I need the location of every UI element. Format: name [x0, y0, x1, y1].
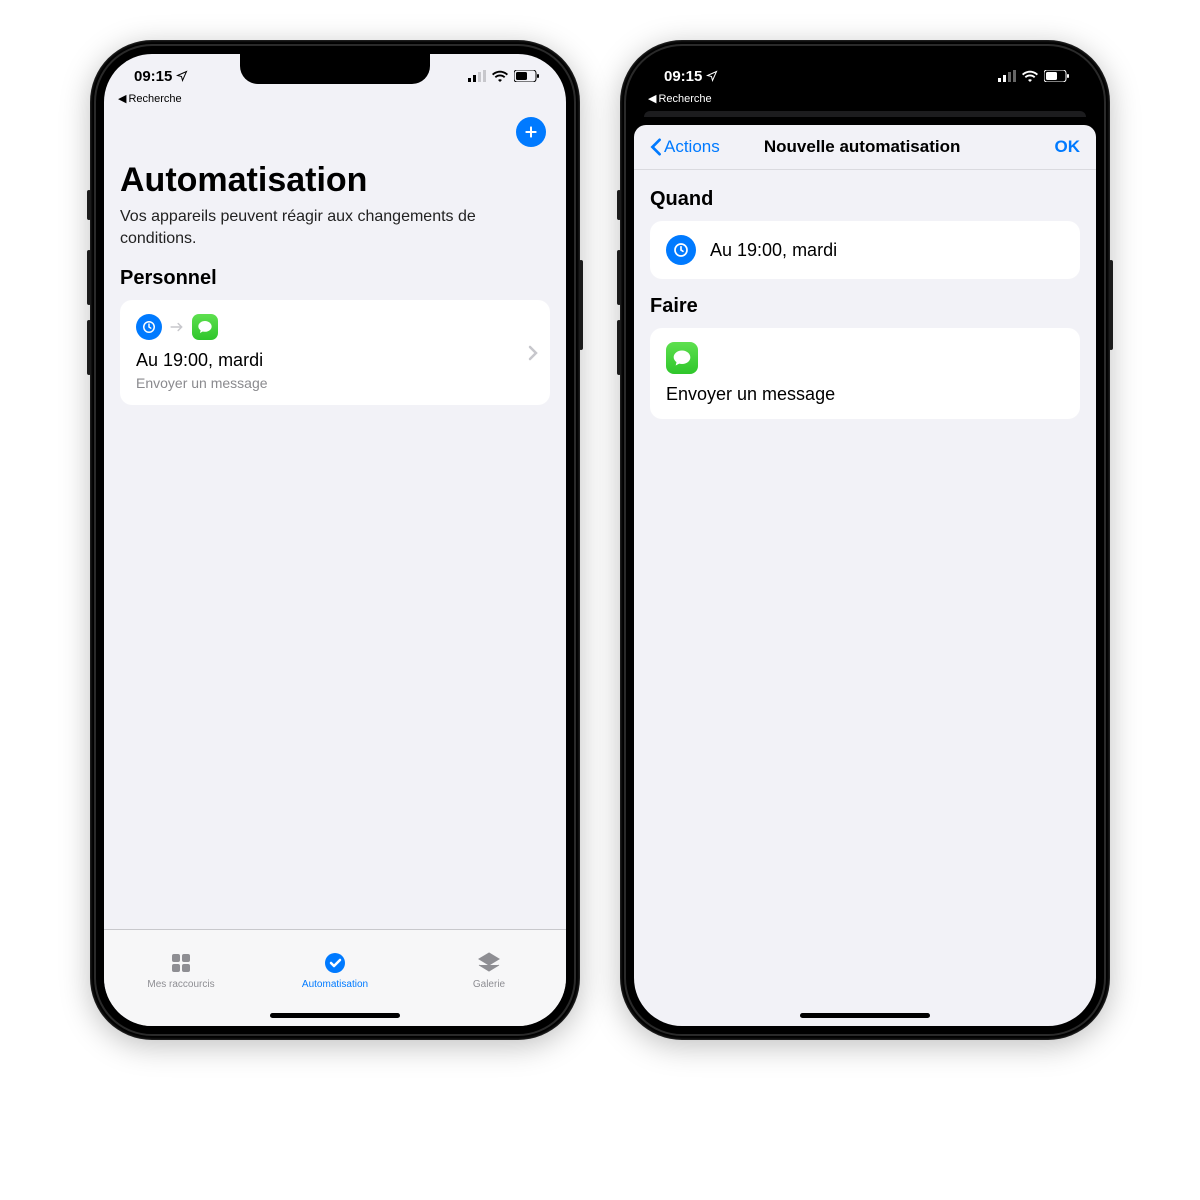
- tab-gallery[interactable]: Galerie: [412, 930, 566, 1010]
- battery-icon: [514, 70, 540, 82]
- wifi-icon: [1022, 70, 1038, 82]
- do-card[interactable]: Envoyer un message: [650, 328, 1080, 419]
- status-time: 09:15: [134, 68, 172, 85]
- phone-left: 09:15 ◀ Recherche: [90, 40, 580, 1040]
- signal-icon: [998, 70, 1016, 82]
- tab-shortcuts[interactable]: Mes raccourcis: [104, 930, 258, 1010]
- layers-icon: [476, 950, 502, 976]
- status-time: 09:15: [664, 68, 702, 85]
- when-section-label: Quand: [650, 188, 1080, 211]
- tab-bar: Mes raccourcis Automatisation Galerie: [104, 929, 566, 1026]
- clock-icon: [666, 235, 696, 265]
- do-section-label: Faire: [650, 295, 1080, 318]
- messages-icon: [192, 314, 218, 340]
- automation-title: Au 19:00, mardi: [136, 350, 534, 371]
- clock-icon: [136, 314, 162, 340]
- wifi-icon: [492, 70, 508, 82]
- when-card[interactable]: Au 19:00, mardi: [650, 221, 1080, 279]
- home-indicator[interactable]: [270, 1013, 400, 1018]
- notch: [770, 54, 960, 84]
- home-indicator[interactable]: [800, 1013, 930, 1018]
- battery-icon: [1044, 70, 1070, 82]
- nav-bar: Actions Nouvelle automatisation OK: [634, 125, 1096, 170]
- page-title: Automatisation: [120, 161, 550, 200]
- automation-card[interactable]: Au 19:00, mardi Envoyer un message: [120, 300, 550, 405]
- location-icon: [706, 70, 718, 82]
- tab-gallery-label: Galerie: [473, 979, 505, 990]
- tab-shortcuts-label: Mes raccourcis: [147, 979, 214, 990]
- page-subtitle: Vos appareils peuvent réagir aux changem…: [120, 206, 550, 249]
- arrow-icon: [170, 322, 184, 332]
- signal-icon: [468, 70, 486, 82]
- nav-title: Nouvelle automatisation: [670, 137, 1055, 157]
- location-icon: [176, 70, 188, 82]
- automation-tab-icon: [322, 950, 348, 976]
- nav-ok-button[interactable]: OK: [1055, 137, 1081, 157]
- screen-right: 09:15 ◀ Recherche: [634, 54, 1096, 1026]
- notch: [240, 54, 430, 84]
- messages-icon: [666, 342, 698, 374]
- modal-sheet: Actions Nouvelle automatisation OK Quand…: [634, 125, 1096, 1026]
- tab-automation-label: Automatisation: [302, 979, 368, 990]
- tab-automation[interactable]: Automatisation: [258, 930, 412, 1010]
- when-value: Au 19:00, mardi: [710, 240, 837, 261]
- grid-icon: [168, 950, 194, 976]
- phone-right: 09:15 ◀ Recherche: [620, 40, 1110, 1040]
- section-personnel: Personnel: [120, 267, 550, 290]
- chevron-right-icon: [528, 345, 538, 361]
- add-automation-button[interactable]: [516, 117, 546, 147]
- screen-left: 09:15 ◀ Recherche: [104, 54, 566, 1026]
- automation-subtitle: Envoyer un message: [136, 375, 534, 391]
- do-value: Envoyer un message: [666, 384, 835, 405]
